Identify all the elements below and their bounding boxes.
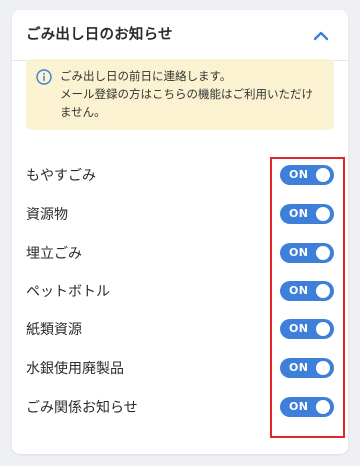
setting-row-suigin-haiseihin: 水銀使用廃製品 ON <box>12 349 348 387</box>
toggle-state: ON <box>289 322 309 335</box>
toggle-state: ON <box>289 168 309 181</box>
toggle-switch[interactable]: ON <box>280 204 334 224</box>
setting-label: もやすごみ <box>26 168 96 184</box>
setting-label: 水銀使用廃製品 <box>26 361 124 377</box>
toggle-state: ON <box>289 207 309 220</box>
chevron-up-icon <box>313 31 329 41</box>
setting-row-umetategomi: 埋立ごみ ON <box>12 234 348 272</box>
setting-row-gomi-oshirase: ごみ関係お知らせ ON <box>12 388 348 426</box>
panel-header[interactable]: ごみ出し日のお知らせ <box>12 10 348 61</box>
setting-label: ペットボトル <box>26 284 110 300</box>
info-icon <box>36 69 52 85</box>
toggle-knob <box>316 322 330 336</box>
toggle-knob <box>316 400 330 414</box>
setting-label: ごみ関係お知らせ <box>26 400 138 416</box>
toggle-switch[interactable]: ON <box>280 358 334 378</box>
setting-label: 資源物 <box>26 207 68 223</box>
toggle-switch[interactable]: ON <box>280 397 334 417</box>
toggle-knob <box>316 168 330 182</box>
setting-row-moyasugomi: もやすごみ ON <box>12 156 348 194</box>
notice-line: ません。 <box>60 105 106 119</box>
info-notice: ごみ出し日の前日に連絡します。 メール登録の方はこちらの機能はご利用いただけ ま… <box>26 59 334 130</box>
collapse-button[interactable] <box>308 24 334 46</box>
toggle-state: ON <box>289 361 309 374</box>
toggle-switch[interactable]: ON <box>280 165 334 185</box>
setting-row-kamirui-shigen: 紙類資源 ON <box>12 310 348 348</box>
notice-text: ごみ出し日の前日に連絡します。 メール登録の方はこちらの機能はご利用いただけ ま… <box>60 67 322 121</box>
toggle-state: ON <box>289 246 309 259</box>
toggle-switch[interactable]: ON <box>280 243 334 263</box>
panel-title: ごみ出し日のお知らせ <box>26 27 173 43</box>
toggle-switch[interactable]: ON <box>280 281 334 301</box>
setting-label: 埋立ごみ <box>26 246 82 262</box>
toggle-state: ON <box>289 400 309 413</box>
toggle-state: ON <box>289 284 309 297</box>
setting-label: 紙類資源 <box>26 322 82 338</box>
notice-line: ごみ出し日の前日に連絡します。 <box>60 69 232 83</box>
notice-line: メール登録の方はこちらの機能はご利用いただけ <box>60 87 313 101</box>
toggle-knob <box>316 207 330 221</box>
toggle-switch[interactable]: ON <box>280 319 334 339</box>
toggle-knob <box>316 284 330 298</box>
toggle-knob <box>316 246 330 260</box>
setting-row-pet-bottle: ペットボトル ON <box>12 272 348 310</box>
setting-row-shigenbutsu: 資源物 ON <box>12 195 348 233</box>
toggle-knob <box>316 361 330 375</box>
notification-settings-card: ごみ出し日のお知らせ ごみ出し日の前日に連絡します。 メール登録の方はこちらの機… <box>12 10 348 454</box>
